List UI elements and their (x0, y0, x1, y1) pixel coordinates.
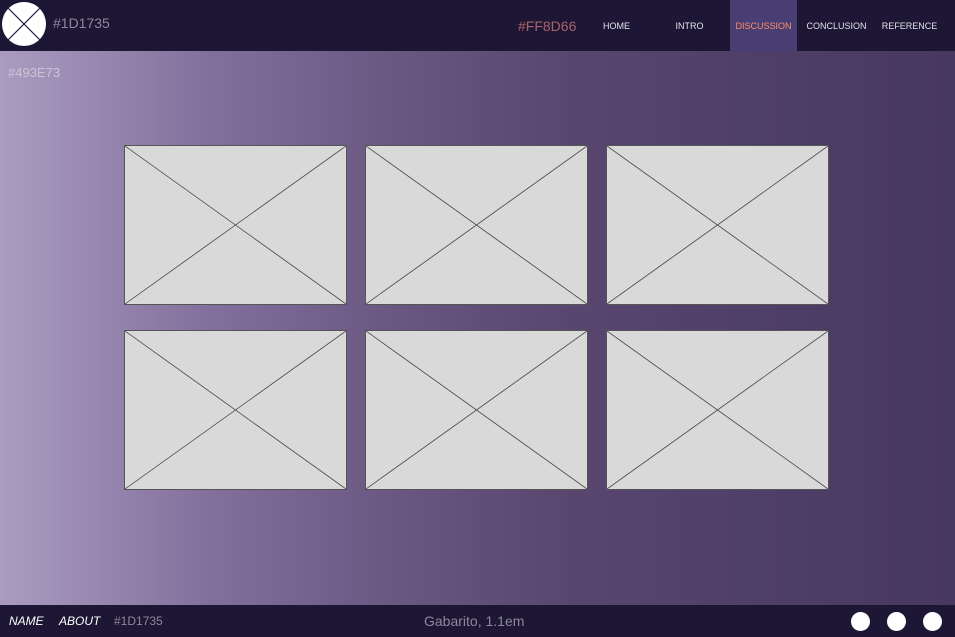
image-placeholder-icon (607, 331, 828, 489)
image-placeholder-icon (607, 146, 828, 304)
image-placeholder-icon (125, 331, 346, 489)
footer-about-link[interactable]: ABOUT (59, 614, 100, 628)
nav-discussion[interactable]: DISCUSSION (730, 0, 797, 51)
footer-name-link[interactable]: NAME (9, 614, 44, 628)
social-dot-3-icon[interactable] (923, 612, 942, 631)
header-color-label: #1D1735 (53, 15, 110, 31)
image-placeholder-2[interactable] (365, 145, 588, 305)
image-placeholder-6[interactable] (606, 330, 829, 490)
image-placeholder-icon (366, 331, 587, 489)
image-placeholder-5[interactable] (365, 330, 588, 490)
nav-home[interactable]: HOME (580, 0, 653, 51)
image-placeholder-1[interactable] (124, 145, 347, 305)
image-placeholder-3[interactable] (606, 145, 829, 305)
main-color-label: #493E73 (8, 65, 61, 80)
image-placeholder-icon (366, 146, 587, 304)
accent-color-label: #FF8D66 (518, 18, 577, 34)
nav-conclusion[interactable]: CONCLUSION (800, 0, 873, 51)
social-dot-1-icon[interactable] (851, 612, 870, 631)
nav-reference[interactable]: REFERENCE (873, 0, 946, 51)
font-note: Gabarito, 1.1em (424, 613, 525, 629)
content-area: #493E73 (0, 51, 955, 605)
top-bar: #1D1735 #FF8D66 HOME INTRO DISCUSSION CO… (0, 0, 955, 51)
nav-intro[interactable]: INTRO (653, 0, 726, 51)
social-dot-2-icon[interactable] (887, 612, 906, 631)
image-placeholder-4[interactable] (124, 330, 347, 490)
footer-color-label: #1D1735 (114, 614, 163, 628)
bottom-bar: NAME ABOUT #1D1735 Gabarito, 1.1em (0, 605, 955, 637)
image-placeholder-icon (125, 146, 346, 304)
logo-placeholder-icon[interactable] (2, 2, 46, 46)
